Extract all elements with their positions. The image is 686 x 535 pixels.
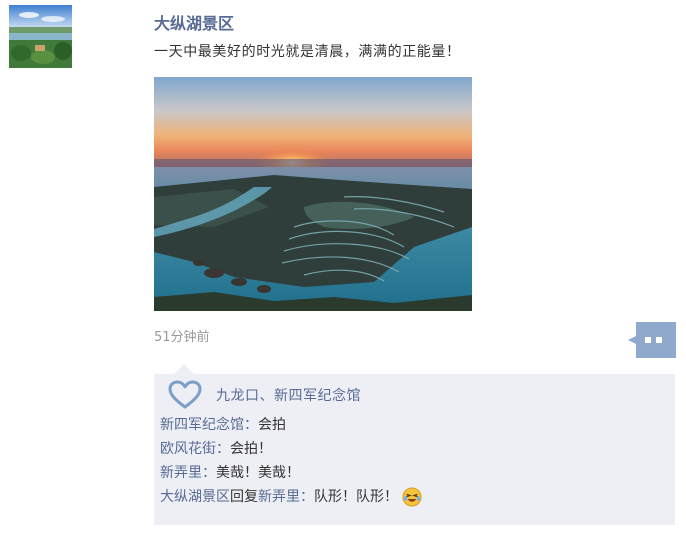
- comment-author[interactable]: 新弄里: [160, 463, 202, 483]
- comment-separator: ：: [202, 465, 216, 481]
- dot-icon: [656, 337, 662, 343]
- post-timestamp: 51分钟前: [154, 330, 210, 345]
- comment-text: 美哉！美哉！: [216, 465, 300, 481]
- post-text: 一天中最美好的时光就是清晨，满满的正能量！: [154, 44, 461, 60]
- comment-text: 会拍: [258, 417, 286, 433]
- comment-item[interactable]: 欧风花街：会拍！: [160, 439, 272, 459]
- comment-text: 队形！队形！: [314, 489, 398, 505]
- post-author-name[interactable]: 大纵湖景区: [154, 10, 234, 34]
- dot-icon: [645, 337, 651, 343]
- comment-item[interactable]: 新四军纪念馆：会拍: [160, 415, 286, 435]
- comment-author[interactable]: 大纵湖景区: [160, 487, 230, 507]
- comment-author[interactable]: 欧风花街: [160, 439, 216, 459]
- avatar[interactable]: [9, 5, 72, 68]
- comment-author[interactable]: 新四军纪念馆: [160, 415, 244, 435]
- interaction-box-arrow: [174, 364, 194, 374]
- comment-separator: ：: [244, 417, 258, 433]
- heart-icon: [168, 380, 202, 410]
- reply-word: 回复: [230, 489, 258, 505]
- comment-separator: ：: [300, 489, 314, 505]
- reply-to-name[interactable]: 新弄里: [258, 487, 300, 507]
- likes-row: 九龙口、新四军纪念馆: [168, 380, 361, 410]
- comment-separator: ：: [216, 441, 230, 457]
- likes-names[interactable]: 九龙口、新四军纪念馆: [216, 385, 361, 405]
- comment-text: 会拍！: [230, 441, 272, 457]
- comment-item[interactable]: 大纵湖景区 回复 新弄里：队形！队形！: [160, 487, 422, 507]
- comment-item[interactable]: 新弄里：美哉！美哉！: [160, 463, 300, 483]
- post-photo[interactable]: [154, 77, 472, 311]
- comment-menu-button[interactable]: [628, 322, 676, 358]
- laughing-tears-emoji-icon: [402, 487, 422, 507]
- interaction-box: 九龙口、新四军纪念馆 新四军纪念馆：会拍 欧风花街：会拍！ 新弄里：美哉！美哉！…: [154, 374, 675, 525]
